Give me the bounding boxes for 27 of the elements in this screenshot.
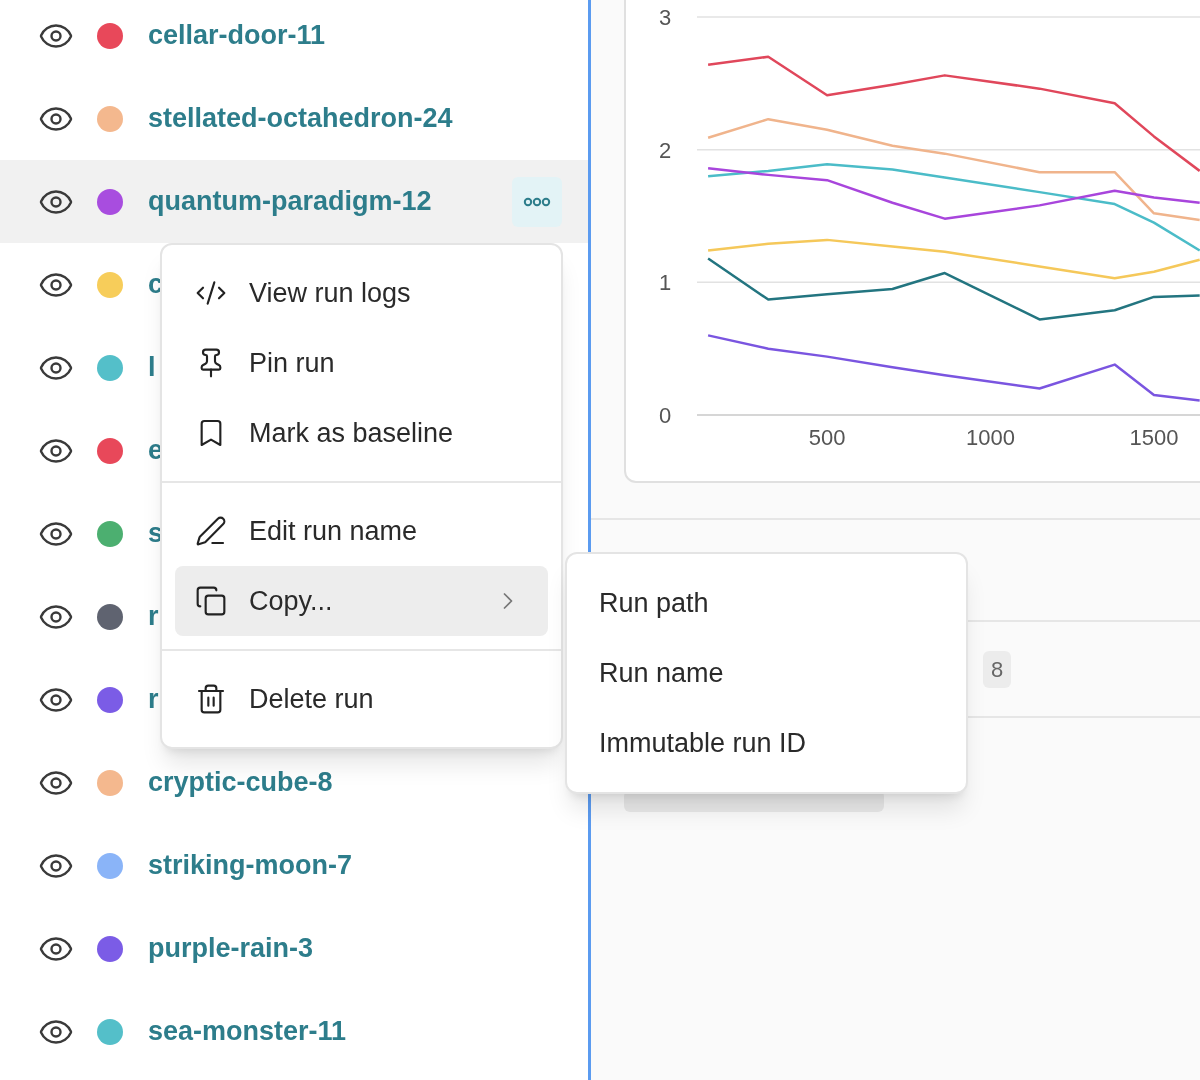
run-name[interactable]: cryptic-cube-8 xyxy=(148,762,333,803)
run-name[interactable]: r xyxy=(148,596,159,637)
run-name[interactable]: r xyxy=(148,679,159,720)
run-name[interactable]: stellated-octahedron-24 xyxy=(148,98,453,139)
y-tick-label: 1 xyxy=(658,270,672,296)
run-name[interactable]: purple-rain-3 xyxy=(148,928,314,969)
more-button[interactable] xyxy=(512,176,562,227)
run-name[interactable]: quantum-paradigm-12 xyxy=(148,181,432,222)
count-badge: 8 xyxy=(983,650,1012,688)
x-tick-label: 1000 xyxy=(966,425,1015,450)
more-icon xyxy=(523,196,551,207)
run-row[interactable]: quantum-paradigm-12 xyxy=(0,160,588,243)
menu-item[interactable]: Copy... xyxy=(175,566,548,636)
submenu-item[interactable]: Run path xyxy=(567,568,966,638)
run-name[interactable]: striking-moon-7 xyxy=(148,845,352,886)
x-tick-label: 1500 xyxy=(1129,425,1179,450)
run-name[interactable]: l xyxy=(148,347,156,388)
pencil-icon xyxy=(195,515,227,547)
x-tick-label: 500 xyxy=(808,425,846,450)
submenu-item[interactable]: Run name xyxy=(567,638,966,708)
run-name[interactable]: sea-monster-11 xyxy=(148,1011,347,1052)
run-name[interactable]: cellar-door-11 xyxy=(148,15,326,56)
copy-icon xyxy=(195,585,227,617)
y-tick-label: 3 xyxy=(658,5,672,30)
y-tick-label: 0 xyxy=(658,403,672,428)
trash-icon xyxy=(195,683,227,715)
y-tick-label: 2 xyxy=(658,137,672,163)
